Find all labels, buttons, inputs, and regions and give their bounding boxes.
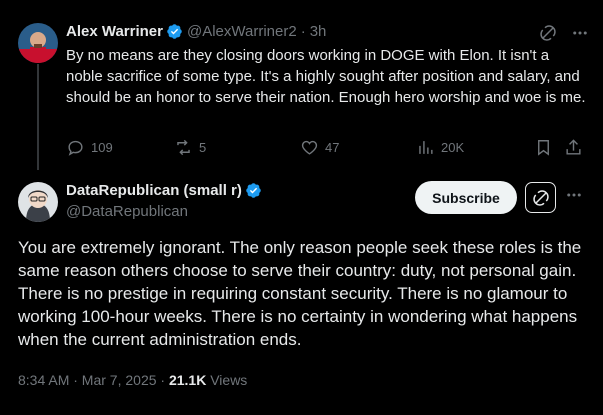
views-button[interactable]: 20K [416,138,464,157]
subscribe-button[interactable]: Subscribe [415,181,517,214]
author-handle[interactable]: @DataRepublican [66,203,188,220]
author-handle[interactable]: @AlexWarriner2 [187,23,297,40]
grok-icon [532,189,549,206]
reply-header: Alex Warriner @AlexWarriner2 · 3h [66,23,326,40]
views-icon [419,141,433,154]
reply-icon [68,140,83,156]
reply-tweet[interactable]: Alex Warriner @AlexWarriner2 · 3h By no … [0,0,603,172]
avatar[interactable] [18,23,58,63]
more-icon[interactable] [571,24,589,42]
like-button[interactable]: 47 [300,138,339,157]
verified-icon [245,182,262,199]
share-button[interactable] [564,138,583,157]
reply-count: 109 [91,140,113,155]
action-bar: 109 5 47 20K [66,138,584,160]
more-icon[interactable] [565,186,583,209]
grok-icon[interactable] [539,24,557,42]
views-count: 21.1K [168,372,207,388]
verified-icon [166,23,183,40]
bookmark-icon [538,140,549,156]
main-header: DataRepublican (small r) [66,182,262,199]
post-meta: 8:34 AM · Mar 7, 2025 · 21.1K Views [18,372,247,388]
thread-line [37,64,39,170]
reply-top-icons [539,24,589,42]
grok-button[interactable] [525,182,556,213]
repost-icon [177,139,190,156]
separator: · [300,23,306,40]
views-count: 20K [441,140,465,155]
repost-count: 5 [199,140,207,155]
author-name[interactable]: Alex Warriner [66,23,163,40]
main-tweet: DataRepublican (small r) @DataRepublican… [0,172,603,415]
author-name[interactable]: DataRepublican (small r) [66,182,242,199]
like-count: 47 [325,140,340,155]
post-timestamp[interactable]: 8:34 AM · Mar 7, 2025 · [18,372,169,388]
post-time[interactable]: 3h [310,23,327,40]
bookmark-button[interactable] [534,138,553,157]
share-icon [566,139,581,155]
reply-button[interactable]: 109 [66,138,113,157]
views-label: Views [206,372,248,388]
main-text: You are extremely ignorant. The only rea… [18,238,582,349]
like-icon [301,140,318,155]
reply-text: By no means are they closing doors worki… [66,47,586,106]
repost-button[interactable]: 5 [174,138,206,157]
avatar[interactable] [18,182,58,222]
